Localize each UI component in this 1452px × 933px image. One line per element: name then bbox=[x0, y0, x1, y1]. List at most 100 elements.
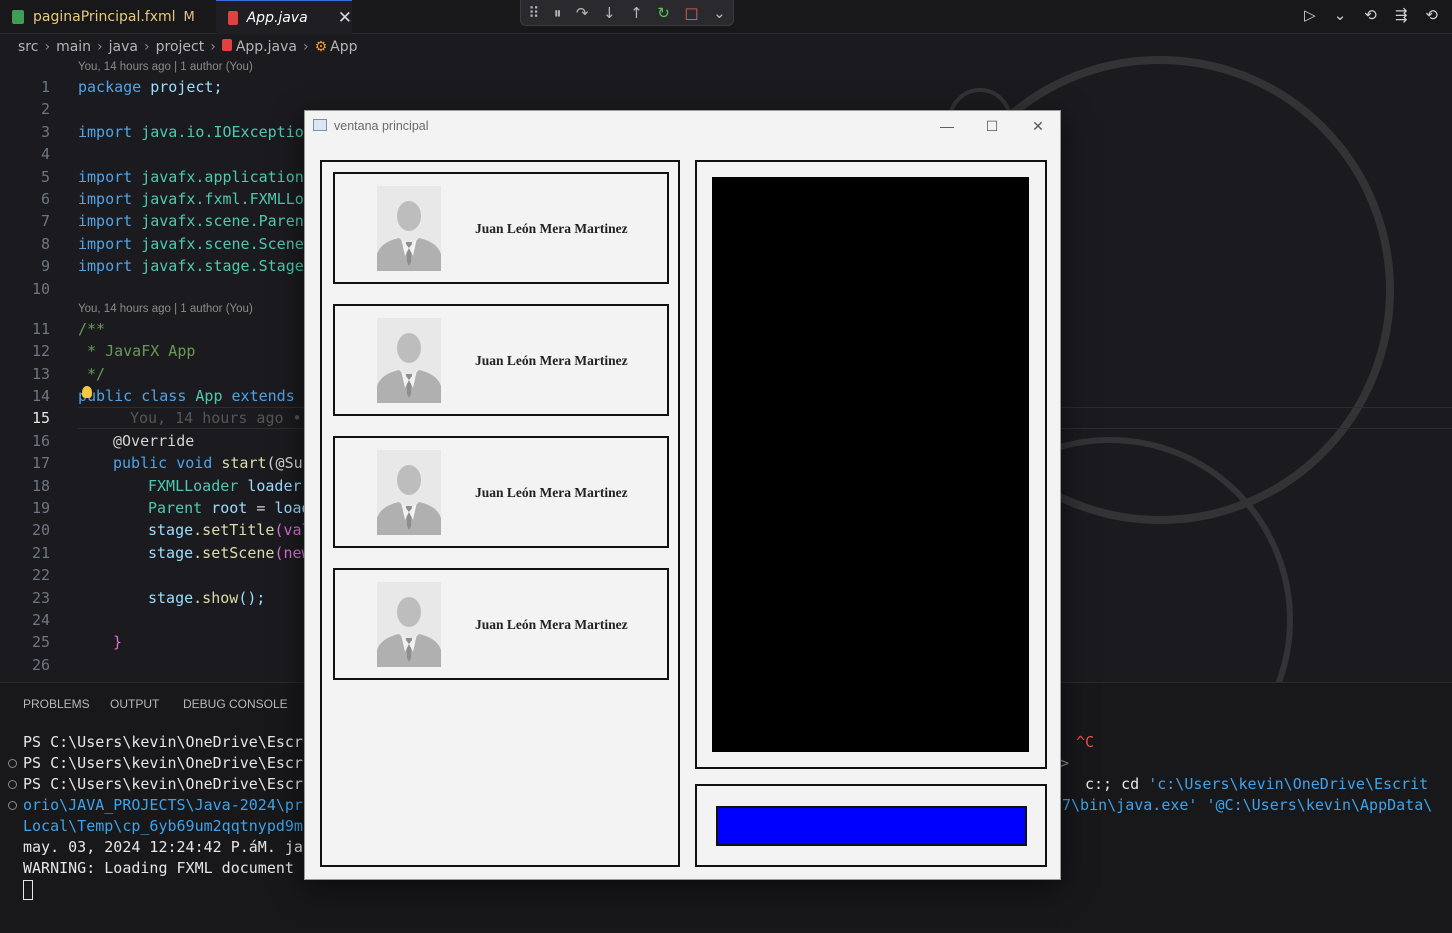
pause-icon[interactable]: ⏸ bbox=[554, 4, 562, 22]
line-number: 26 bbox=[31, 656, 50, 674]
chevron-right-icon: › bbox=[144, 39, 150, 55]
code-line: stage.show(); bbox=[148, 589, 266, 607]
codelens-blame[interactable]: You, 14 hours ago | 1 author (You) bbox=[78, 61, 253, 73]
terminal-line: orio\JAVA_PROJECTS\Java-2024\pr bbox=[23, 796, 303, 814]
code-line: import javafx.scene.Scene; bbox=[78, 235, 313, 253]
line-number: 10 bbox=[31, 280, 50, 298]
terminal-fragment: 7\bin\java.exe' '@C:\Users\kevin\AppData… bbox=[1062, 796, 1433, 814]
code-line: /** bbox=[78, 320, 106, 338]
contact-card[interactable]: Juan León Mera Martinez bbox=[333, 436, 669, 548]
chevron-down-icon[interactable]: ⌄ bbox=[1334, 6, 1347, 24]
code-line: import javafx.application. bbox=[78, 168, 313, 186]
run-icon[interactable]: ▷ bbox=[1304, 6, 1316, 24]
branch-compare-icon[interactable]: ⇶ bbox=[1395, 6, 1408, 24]
command-decoration-icon[interactable] bbox=[8, 801, 17, 810]
code-line: FXMLLoader loader bbox=[148, 477, 302, 495]
contact-name: Juan León Mera Martinez bbox=[475, 485, 628, 500]
line-number: 25 bbox=[31, 633, 50, 651]
debug-toolbar: ⠿ ⏸ ↷ ↓ ↑ ↻ □ ⌄ bbox=[520, 0, 734, 26]
minimize-button[interactable]: — bbox=[932, 115, 962, 137]
close-tab-icon[interactable]: ✕ bbox=[338, 8, 352, 28]
breadcrumb-item[interactable]: java bbox=[109, 39, 138, 55]
command-decoration-icon[interactable] bbox=[8, 780, 17, 789]
tab-debug-console[interactable]: DEBUG CONSOLE bbox=[183, 697, 288, 711]
tab-app-java[interactable]: App.java ✕ bbox=[216, 0, 352, 34]
line-number: 6 bbox=[40, 190, 50, 208]
terminal-line: Local\Temp\cp_6yb69um2qqtnypd9m bbox=[23, 817, 303, 835]
command-decoration-icon[interactable] bbox=[8, 759, 17, 768]
window-title-bar[interactable]: ventana principal — ☐ ✕ bbox=[305, 111, 1060, 141]
breadcrumb-item-file[interactable]: App.java bbox=[221, 39, 297, 55]
chevron-down-icon[interactable]: ⌄ bbox=[713, 4, 726, 22]
line-number: 16 bbox=[31, 432, 50, 450]
line-number: 1 bbox=[40, 78, 50, 96]
codelens-blame[interactable]: You, 14 hours ago | 1 author (You) bbox=[78, 303, 253, 315]
breadcrumb-item[interactable]: main bbox=[56, 39, 91, 55]
breadcrumb-item[interactable]: src bbox=[18, 39, 38, 55]
contact-name: Juan León Mera Martinez bbox=[475, 353, 628, 368]
close-window-button[interactable]: ✕ bbox=[1023, 115, 1053, 137]
line-number: 22 bbox=[31, 566, 50, 584]
editor-tab-bar: paginaPrincipal.fxml M App.java ✕ ⠿ ⏸ ↷ … bbox=[0, 0, 1452, 34]
step-over-icon[interactable]: ↷ bbox=[576, 4, 589, 22]
line-number: 24 bbox=[31, 611, 50, 629]
avatar-placeholder-icon bbox=[377, 582, 441, 667]
code-line: @Override bbox=[113, 432, 195, 450]
terminal-fragment: c:; cd 'c:\Users\kevin\OneDrive\Escrit bbox=[1085, 775, 1429, 793]
history-icon[interactable]: ⟲ bbox=[1364, 6, 1377, 24]
contact-name: Juan León Mera Martinez bbox=[475, 617, 628, 632]
code-line: stage.setScene(new bbox=[148, 544, 311, 562]
terminal-line: PS C:\Users\kevin\OneDrive\Escr bbox=[23, 754, 303, 772]
modified-badge: M bbox=[183, 9, 195, 25]
fxml-file-icon bbox=[12, 10, 24, 24]
code-line: import javafx.stage.Stage; bbox=[78, 257, 313, 275]
javafx-window[interactable]: ventana principal — ☐ ✕ Juan León Mera M… bbox=[304, 110, 1061, 880]
code-line: Parent root = load bbox=[148, 499, 311, 517]
tab-pagina-principal-fxml[interactable]: paginaPrincipal.fxml M bbox=[12, 0, 212, 34]
timeline-icon[interactable]: ⟲ bbox=[1425, 6, 1438, 24]
java-file-icon bbox=[228, 10, 238, 25]
line-number: 9 bbox=[40, 257, 50, 275]
chevron-right-icon: › bbox=[97, 39, 103, 55]
breadcrumb: src › main › java › project › App.java ›… bbox=[0, 36, 357, 58]
avatar-placeholder-icon bbox=[377, 318, 441, 403]
maximize-button[interactable]: ☐ bbox=[977, 115, 1007, 137]
terminal-line: may. 03, 2024 12:24:42 P.áM. ja bbox=[23, 838, 303, 856]
line-number: 7 bbox=[40, 212, 50, 230]
chevron-right-icon: › bbox=[44, 39, 51, 55]
detail-pane bbox=[695, 160, 1047, 769]
media-view[interactable] bbox=[712, 177, 1029, 752]
line-number: 5 bbox=[40, 168, 50, 186]
line-number: 3 bbox=[40, 123, 50, 141]
line-number: 2 bbox=[40, 100, 50, 118]
line-number: 20 bbox=[31, 521, 50, 539]
breadcrumb-item[interactable]: project bbox=[156, 39, 205, 55]
breadcrumb-item-class[interactable]: ⚙ App bbox=[315, 39, 358, 55]
terminal-fragment: ^C bbox=[1076, 733, 1095, 751]
code-line: import java.io.IOException bbox=[78, 123, 313, 141]
tab-output[interactable]: OUTPUT bbox=[110, 697, 159, 711]
restart-icon[interactable]: ↻ bbox=[657, 4, 670, 22]
contact-card[interactable]: Juan León Mera Martinez bbox=[333, 568, 669, 680]
contact-card[interactable]: Juan León Mera Martinez bbox=[333, 304, 669, 416]
step-into-icon[interactable]: ↓ bbox=[603, 4, 616, 22]
code-line: * JavaFX App bbox=[78, 342, 196, 360]
code-line: import javafx.scene.Parent bbox=[78, 212, 313, 230]
tab-problems[interactable]: PROBLEMS bbox=[23, 697, 90, 711]
tab-label: paginaPrincipal.fxml bbox=[33, 9, 176, 25]
line-number: 18 bbox=[31, 477, 50, 495]
drag-handle-icon[interactable]: ⠿ bbox=[528, 4, 539, 22]
java-file-icon bbox=[221, 39, 232, 51]
line-number: 4 bbox=[40, 145, 50, 163]
blue-action-button[interactable] bbox=[716, 806, 1027, 846]
breadcrumb-label: App bbox=[330, 39, 358, 55]
terminal-line: PS C:\Users\kevin\OneDrive\Escr bbox=[23, 733, 303, 751]
line-number: 23 bbox=[31, 589, 50, 607]
contact-card[interactable]: Juan León Mera Martinez bbox=[333, 172, 669, 284]
lightbulb-icon[interactable] bbox=[82, 386, 92, 398]
line-number: 15 bbox=[31, 409, 50, 427]
stop-icon[interactable]: □ bbox=[684, 4, 698, 22]
code-line: */ bbox=[78, 365, 106, 383]
inline-blame: You, 14 hours ago • bbox=[130, 409, 302, 427]
step-out-icon[interactable]: ↑ bbox=[630, 4, 643, 22]
